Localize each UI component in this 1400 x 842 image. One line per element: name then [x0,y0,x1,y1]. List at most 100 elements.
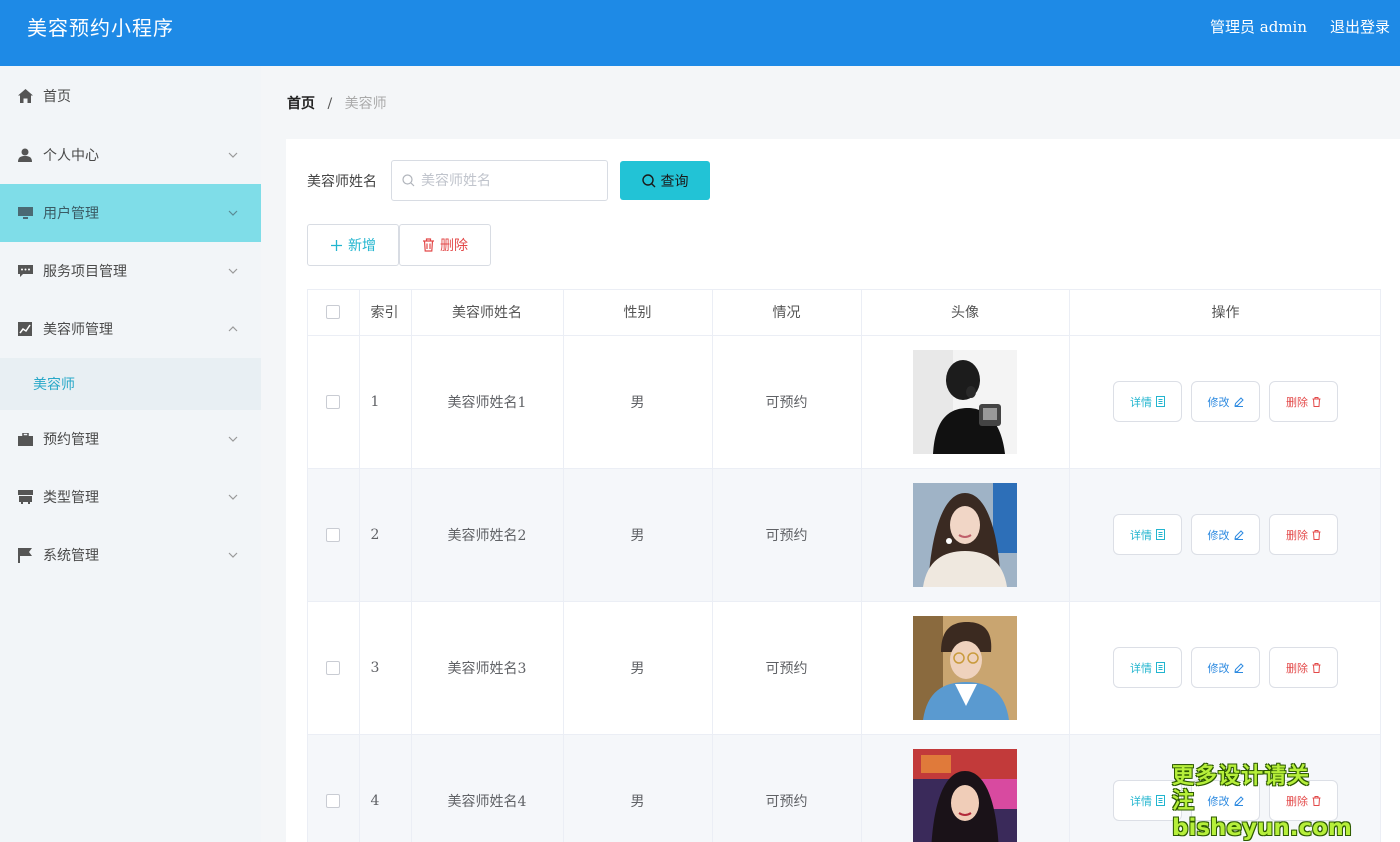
sidebar-item-system-management[interactable]: 系统管理 [0,526,261,584]
row-ops-cell: 详情 修改 删除 [1069,601,1380,735]
row-name: 美容师姓名2 [411,468,564,602]
delete-button-label: 删除 [1286,661,1308,675]
row-checkbox[interactable] [326,793,341,808]
row-select-cell[interactable] [308,335,360,469]
row-select-cell[interactable] [308,734,360,842]
edit-button[interactable]: 修改 [1191,514,1260,555]
edit-button-label: 修改 [1207,661,1230,675]
chevron-up-icon [228,326,238,332]
detail-button-label: 详情 [1130,661,1152,675]
row-index: 4 [359,734,412,842]
detail-button[interactable]: 详情 [1113,381,1182,422]
message-icon [17,263,33,279]
row-gender: 男 [563,734,713,842]
search-input[interactable] [421,172,601,189]
flag-icon [17,547,33,563]
batch-delete-button[interactable]: 删除 [399,224,491,266]
monitor-icon [17,205,33,221]
document-icon [1156,662,1165,673]
sidebar-subitem-beautician[interactable]: 美容师 [0,358,261,410]
store-icon [17,489,33,505]
row-select-cell[interactable] [308,468,360,602]
chevron-down-icon [228,210,238,216]
detail-button[interactable]: 详情 [1113,647,1182,688]
select-all-checkbox[interactable] [326,305,341,320]
query-button-label: 查询 [660,173,689,190]
row-gender: 男 [563,601,713,735]
row-index: 2 [359,468,412,602]
delete-button[interactable]: 删除 [1269,381,1338,422]
breadcrumb-current: 美容师 [344,96,387,112]
row-checkbox[interactable] [326,660,341,675]
search-icon [402,174,415,187]
table-row: 4 美容师姓名4 男 可预约 详情 修改 删除 [308,734,1380,842]
sidebar-item-appointment-management[interactable]: 预约管理 [0,410,261,468]
row-avatar-cell [861,734,1070,842]
top-bar: 美容预约小程序 管理员 admin 退出登录 [0,0,1400,66]
document-icon [1156,795,1165,806]
table-row: 3 美容师姓名3 男 可预约 详情 修改 删除 [308,601,1380,735]
row-gender: 男 [563,468,713,602]
delete-button[interactable]: 删除 [1269,514,1338,555]
sidebar-item-label: 用户管理 [43,206,99,222]
row-status: 可预约 [712,601,862,735]
delete-button[interactable]: 删除 [1269,780,1338,821]
chevron-down-icon [228,436,238,442]
sidebar-item-home[interactable]: 首页 [0,66,261,126]
row-ops-cell: 详情 修改 删除 [1069,335,1380,469]
search-box[interactable] [391,160,608,201]
row-avatar-cell [861,601,1070,735]
sidebar-item-beautician-management[interactable]: 美容师管理 [0,300,261,358]
sidebar-item-user-management[interactable]: 用户管理 [0,184,261,242]
delete-button-label: 删除 [1286,395,1308,409]
row-status: 可预约 [712,335,862,469]
edit-button[interactable]: 修改 [1191,780,1260,821]
row-avatar-cell [861,335,1070,469]
avatar[interactable] [913,615,1017,720]
breadcrumb: 首页 / 美容师 [287,93,387,113]
edit-button[interactable]: 修改 [1191,381,1260,422]
row-name: 美容师姓名4 [411,734,564,842]
sidebar-item-service-management[interactable]: 服务项目管理 [0,242,261,300]
row-index: 1 [359,335,412,469]
avatar[interactable] [913,349,1017,454]
row-name: 美容师姓名3 [411,601,564,735]
chevron-down-icon [228,552,238,558]
avatar[interactable] [913,748,1017,842]
sidebar-item-label: 服务项目管理 [43,264,127,280]
edit-button[interactable]: 修改 [1191,647,1260,688]
logout-link[interactable]: 退出登录 [1330,16,1390,37]
trash-icon [1312,396,1321,407]
column-header: 索引 [359,290,412,336]
row-status: 可预约 [712,734,862,842]
header-select-all[interactable] [308,290,360,336]
pencil-icon [1233,396,1244,407]
sidebar-item-type-management[interactable]: 类型管理 [0,468,261,526]
add-button[interactable]: 新增 [307,224,399,266]
trash-icon [1312,795,1321,806]
breadcrumb-home[interactable]: 首页 [287,96,315,112]
detail-button[interactable]: 详情 [1113,514,1182,555]
delete-button[interactable]: 删除 [1269,647,1338,688]
table-row: 1 美容师姓名1 男 可预约 详情 修改 删除 [308,335,1380,469]
sidebar-item-personal-center[interactable]: 个人中心 [0,126,261,184]
app-title: 美容预约小程序 [27,16,174,40]
user-icon [17,147,33,163]
plus-icon [331,239,342,251]
pencil-icon [1233,662,1244,673]
avatar[interactable] [913,482,1017,587]
row-select-cell[interactable] [308,601,360,735]
row-checkbox[interactable] [326,527,341,542]
document-icon [1156,529,1165,540]
delete-button-label: 删除 [1286,794,1308,808]
detail-button[interactable]: 详情 [1113,780,1182,821]
query-button[interactable]: 查询 [620,161,710,200]
trash-icon [1312,529,1321,540]
admin-label: 管理员 admin [1210,18,1307,36]
row-checkbox[interactable] [326,394,341,409]
batch-delete-button-label: 删除 [440,238,468,254]
column-header: 美容师姓名 [411,290,564,336]
edit-button-label: 修改 [1207,395,1230,409]
sidebar: 首页 个人中心 用户管理 服务项目管理 美容师管理 美容师 预约管理 类型管理 … [0,66,261,842]
beautician-table: 索引 美容师姓名 性别 情况 头像 操作 1 美容师姓名1 男 可预约 详情 修… [307,289,1381,842]
